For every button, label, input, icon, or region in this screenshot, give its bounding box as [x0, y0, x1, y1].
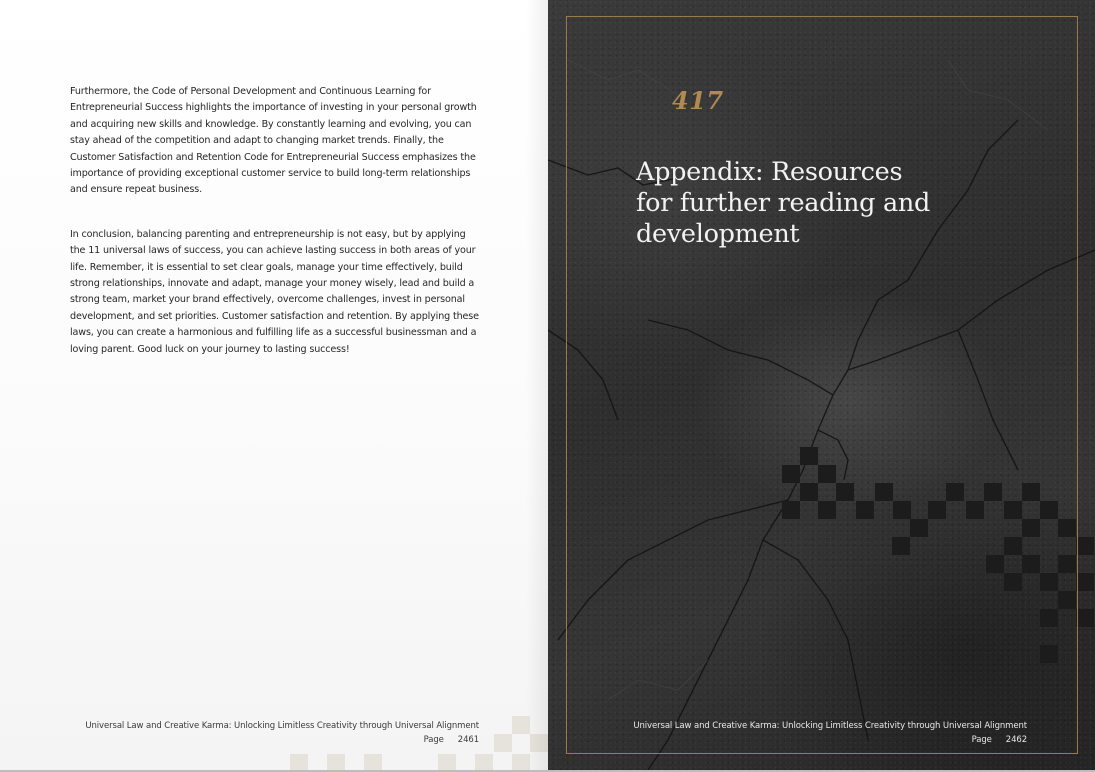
page-footer: Universal Law and Creative Karma: Unlock…	[633, 720, 1027, 747]
footer-page-label: Page	[423, 734, 444, 745]
left-page: Furthermore, the Code of Personal Develo…	[0, 0, 548, 770]
footer-book-title: Universal Law and Creative Karma: Unlock…	[85, 721, 479, 731]
footer-page-info: Page 2461	[85, 734, 480, 748]
book-spread: Furthermore, the Code of Personal Develo…	[0, 0, 1095, 772]
paragraph: In conclusion, balancing parenting and e…	[70, 228, 479, 355]
body-text: Furthermore, the Code of Personal Develo…	[70, 84, 482, 386]
footer-page-info: Page 2462	[633, 734, 1028, 748]
footer-book-title: Universal Law and Creative Karma: Unlock…	[633, 721, 1027, 731]
chapter-number: 417	[672, 86, 724, 115]
right-page: 417 Appendix: Resources for further read…	[548, 0, 1095, 770]
page-footer: Universal Law and Creative Karma: Unlock…	[85, 720, 479, 747]
paragraph: Furthermore, the Code of Personal Develo…	[70, 86, 477, 196]
page-number: 2462	[1005, 734, 1027, 745]
footer-page-label: Page	[971, 734, 992, 745]
gold-frame	[566, 16, 1078, 754]
page-number: 2461	[457, 734, 479, 745]
chapter-title: Appendix: Resources for further reading …	[636, 157, 931, 249]
